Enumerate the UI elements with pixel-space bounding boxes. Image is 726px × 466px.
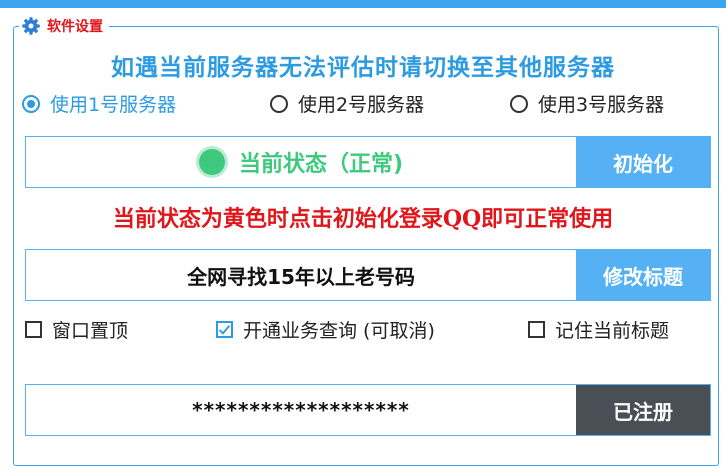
status-display: 当前状态（正常) <box>26 137 576 187</box>
server-2-radio[interactable]: 使用2号服务器 <box>270 90 424 117</box>
server-2-label: 使用2号服务器 <box>298 94 425 116</box>
checkbox-box[interactable] <box>216 321 233 338</box>
radio-indicator[interactable] <box>22 94 40 113</box>
checkbox-box[interactable] <box>528 321 545 338</box>
server-3-radio[interactable]: 使用3号服务器 <box>510 90 664 117</box>
title-row: 全网寻找15年以上老号码 修改标题 <box>25 249 711 301</box>
always-on-top-label: 窗口置顶 <box>52 320 129 342</box>
checkbox-box[interactable] <box>25 321 42 338</box>
business-query-checkbox[interactable]: 开通业务查询 (可取消) <box>216 316 435 343</box>
remember-title-checkbox[interactable]: 记住当前标题 <box>528 316 669 343</box>
server-1-radio[interactable]: 使用1号服务器 <box>22 90 176 117</box>
initialize-button[interactable]: 初始化 <box>576 137 710 187</box>
groupbox-legend: 软件设置 <box>19 13 109 39</box>
remember-title-label: 记住当前标题 <box>555 320 670 342</box>
status-row: 当前状态（正常) 初始化 <box>25 136 711 188</box>
status-indicator-icon <box>198 149 225 175</box>
modify-title-button[interactable]: 修改标题 <box>576 250 710 300</box>
check-icon <box>218 325 231 335</box>
server-switch-notice: 如遇当前服务器无法评估时请切换至其他服务器 <box>111 54 615 81</box>
registered-button[interactable]: 已注册 <box>576 385 710 435</box>
register-row: ******************* 已注册 <box>25 384 711 436</box>
server-radio-group: 使用1号服务器 使用2号服务器 使用3号服务器 <box>22 90 712 120</box>
server-1-label: 使用1号服务器 <box>50 94 177 116</box>
always-on-top-checkbox[interactable]: 窗口置顶 <box>25 316 128 343</box>
status-text: 当前状态（正常) <box>238 152 404 177</box>
options-group: 窗口置顶 开通业务查询 (可取消) 记住当前标题 <box>25 316 715 346</box>
business-query-label: 开通业务查询 (可取消) <box>243 320 435 342</box>
groupbox-title: 软件设置 <box>47 19 103 35</box>
top-accent-bar <box>0 0 726 8</box>
gear-icon <box>22 17 40 35</box>
init-notice: 当前状态为黄色时点击初始化登录QQ即可正常使用 <box>112 206 614 232</box>
radio-indicator[interactable] <box>510 94 528 113</box>
radio-indicator[interactable] <box>270 94 288 113</box>
registration-code-input[interactable]: ******************* <box>26 385 576 435</box>
server-3-label: 使用3号服务器 <box>538 94 665 116</box>
title-input[interactable]: 全网寻找15年以上老号码 <box>26 250 576 300</box>
